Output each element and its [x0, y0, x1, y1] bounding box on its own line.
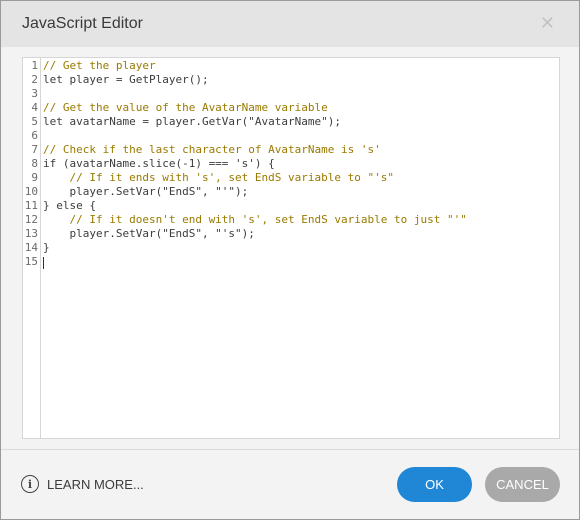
code-text: if (avatarName.slice(-1) === 's') { — [43, 157, 275, 170]
line-number: 7 — [31, 143, 38, 156]
learn-more-link[interactable]: i LEARN MORE... — [21, 475, 144, 493]
line-number: 6 — [31, 129, 38, 142]
code-text: player.SetVar("EndS", "'s"); — [43, 227, 255, 240]
line-number: 12 — [24, 213, 38, 226]
code-line: 2 let player = GetPlayer(); — [23, 73, 559, 87]
learn-more-label: LEARN MORE... — [47, 476, 144, 492]
dialog-title: JavaScript Editor — [22, 15, 143, 32]
javascript-editor-dialog: JavaScript Editor ✕ 1// Get the player 2 l… — [0, 0, 580, 520]
code-comment: // Get the value of the AvatarName varia… — [43, 101, 328, 114]
ok-button[interactable]: OK — [397, 467, 472, 502]
code-line: 3 — [23, 87, 559, 101]
line-number: 9 — [31, 171, 38, 184]
code-line: 12 // If it doesn't end with 's', set En… — [23, 213, 559, 227]
line-number: 3 — [31, 87, 38, 100]
code-line: 7 // Check if the last character of Avata… — [23, 143, 559, 157]
code-line: 5 let avatarName = player.GetVar("AvatarN… — [23, 115, 559, 129]
line-number: 4 — [31, 101, 38, 114]
code-line: 13 player.SetVar("EndS", "'s"); — [23, 227, 559, 241]
code-line: 8 if (avatarName.slice(-1) === 's') { — [23, 157, 559, 171]
line-number: 15 — [24, 255, 38, 268]
code-comment: // If it doesn't end with 's', set EndS … — [43, 213, 467, 226]
code-text: } — [43, 241, 50, 254]
code-editor[interactable]: 1 // Get the player 2 let player = GetPlaye… — [22, 57, 560, 439]
text-caret — [43, 257, 44, 269]
code-comment: // Get the player — [43, 59, 156, 72]
footer-divider — [1, 449, 579, 450]
line-number: 5 — [31, 115, 38, 128]
line-number: 8 — [31, 157, 38, 170]
info-icon: i — [21, 475, 39, 493]
line-number: 10 — [24, 185, 38, 198]
cancel-button[interactable]: CANCEL — [485, 467, 560, 502]
code-lines: 1 // Get the player 2 let player = GetPlaye… — [23, 58, 559, 269]
code-line: 14} — [23, 241, 559, 255]
dialog-titlebar: JavaScript Editor ✕ — [1, 1, 579, 47]
code-line: 9 // If it ends with 's', set EndS varia… — [23, 171, 559, 185]
code-text: let avatarName = player.GetVar("AvatarNa… — [43, 115, 342, 128]
code-line: 15 — [23, 255, 559, 269]
code-comment: // Check if the last character of Avatar… — [43, 143, 381, 156]
code-line: 1 // Get the player — [23, 59, 559, 73]
code-line: 10 player.SetVar("EndS", "'"); — [23, 185, 559, 199]
code-text: } else { — [43, 199, 96, 212]
code-comment: // If it ends with 's', set EndS variabl… — [43, 171, 394, 184]
line-number: 1 — [31, 59, 38, 72]
code-line: 6 — [23, 129, 559, 143]
code-line: 11 } else { — [23, 199, 559, 213]
code-text: let player = GetPlayer(); — [43, 73, 209, 86]
code-line: 4 // Get the value of the AvatarName vari… — [23, 101, 559, 115]
line-number: 13 — [24, 227, 38, 240]
close-icon[interactable]: ✕ — [540, 13, 555, 34]
code-text: player.SetVar("EndS", "'"); — [43, 185, 249, 198]
line-number: 11 — [24, 199, 38, 212]
line-number: 2 — [31, 73, 38, 86]
line-number: 14 — [24, 241, 38, 254]
